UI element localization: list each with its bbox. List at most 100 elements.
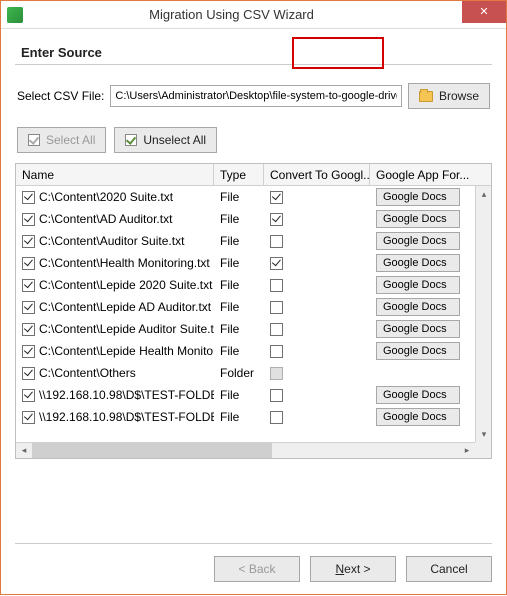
table-header: Name Type Convert To Googl... Google App… xyxy=(16,164,491,186)
row-name-text: C:\Content\Others xyxy=(39,366,136,380)
row-select-checkbox[interactable] xyxy=(22,367,35,380)
scroll-down-icon[interactable]: ▾ xyxy=(476,426,492,442)
row-select-checkbox[interactable] xyxy=(22,235,35,248)
convert-checkbox[interactable] xyxy=(270,345,283,358)
row-select-checkbox[interactable] xyxy=(22,279,35,292)
col-header-type[interactable]: Type xyxy=(214,164,264,185)
table-row[interactable]: \\192.168.10.98\D$\TEST-FOLDE...FileGoog… xyxy=(16,406,491,428)
google-app-button[interactable]: Google Docs xyxy=(376,408,460,426)
google-app-button[interactable]: Google Docs xyxy=(376,254,460,272)
table-row[interactable]: C:\Content\Lepide Auditor Suite.txtFile G… xyxy=(16,318,491,340)
convert-checkbox xyxy=(270,367,283,380)
cell-name: C:\Content\Lepide Auditor Suite.txt xyxy=(16,318,214,340)
google-app-button[interactable]: Google Docs xyxy=(376,232,460,250)
scroll-thumb[interactable] xyxy=(32,443,272,458)
row-select-checkbox[interactable] xyxy=(22,257,35,270)
google-app-button[interactable]: Google Docs xyxy=(376,298,460,316)
unselect-all-button[interactable]: Unselect All xyxy=(114,127,217,153)
scroll-up-icon[interactable]: ▴ xyxy=(476,186,492,202)
google-app-button[interactable]: Google Docs xyxy=(376,210,460,228)
table-row[interactable]: C:\Content\Health Monitoring.txt File Goog… xyxy=(16,252,491,274)
cell-name: C:\Content\Lepide 2020 Suite.txt xyxy=(16,274,214,296)
convert-checkbox[interactable] xyxy=(270,323,283,336)
table-row[interactable]: C:\Content\2020 Suite.txt File Google Docs xyxy=(16,186,491,208)
convert-checkbox[interactable] xyxy=(270,235,283,248)
table-row[interactable]: C:\Content\AD Auditor.txt File Google Docs xyxy=(16,208,491,230)
cell-name: \\192.168.10.98\D$\TEST-FOLDE... xyxy=(16,406,214,428)
table-row[interactable]: C:\Content\Lepide Health Monitorin...Fil… xyxy=(16,340,491,362)
cell-name: C:\Content\Lepide Health Monitorin... xyxy=(16,340,214,362)
cell-name: C:\Content\Health Monitoring.txt xyxy=(16,252,214,274)
selection-toolbar: Select All Unselect All xyxy=(15,127,492,153)
row-select-checkbox[interactable] xyxy=(22,411,35,424)
cell-app: Google Docs xyxy=(370,252,491,274)
cell-app: Google Docs xyxy=(370,318,491,340)
next-button[interactable]: Next > xyxy=(310,556,396,582)
convert-checkbox[interactable] xyxy=(270,279,283,292)
cancel-button[interactable]: Cancel xyxy=(406,556,492,582)
google-app-button[interactable]: Google Docs xyxy=(376,386,460,404)
table-row[interactable]: C:\Content\Lepide AD Auditor.txtFileGoog… xyxy=(16,296,491,318)
next-label: Next > xyxy=(335,562,370,576)
convert-checkbox[interactable] xyxy=(270,389,283,402)
csv-path-input[interactable] xyxy=(110,85,402,107)
cell-type: File xyxy=(214,384,264,406)
files-table: Name Type Convert To Googl... Google App… xyxy=(15,163,492,459)
table-row[interactable]: C:\Content\Lepide 2020 Suite.txtFile Goog… xyxy=(16,274,491,296)
row-select-checkbox[interactable] xyxy=(22,345,35,358)
table-row[interactable]: C:\Content\OthersFolder xyxy=(16,362,491,384)
cell-name: C:\Content\AD Auditor.txt xyxy=(16,208,214,230)
row-name-text: C:\Content\Lepide AD Auditor.txt xyxy=(39,300,211,314)
row-name-text: C:\Content\Health Monitoring.txt xyxy=(39,256,210,270)
wizard-footer: < Back Next > Cancel xyxy=(15,543,492,582)
file-selector-label: Select CSV File: xyxy=(17,89,104,103)
select-all-button[interactable]: Select All xyxy=(17,127,106,153)
back-button[interactable]: < Back xyxy=(214,556,300,582)
table-row[interactable]: \\192.168.10.98\D$\TEST-FOLDE...File Goog… xyxy=(16,384,491,406)
browse-button[interactable]: Browse xyxy=(408,83,490,109)
cell-name: C:\Content\Others xyxy=(16,362,214,384)
table-row[interactable]: C:\Content\Auditor Suite.txtFileGoogle D… xyxy=(16,230,491,252)
row-select-checkbox[interactable] xyxy=(22,323,35,336)
cell-convert xyxy=(264,296,370,318)
cell-type: File xyxy=(214,252,264,274)
convert-checkbox[interactable] xyxy=(270,411,283,424)
cell-name: \\192.168.10.98\D$\TEST-FOLDE... xyxy=(16,384,214,406)
cell-app: Google Docs xyxy=(370,230,491,252)
cell-type: File xyxy=(214,318,264,340)
col-header-convert[interactable]: Convert To Googl... xyxy=(264,164,370,185)
row-name-text: C:\Content\2020 Suite.txt xyxy=(39,190,173,204)
content-area: Enter Source Select CSV File: Browse Sel… xyxy=(1,29,506,596)
google-app-button[interactable]: Google Docs xyxy=(376,188,460,206)
cell-type: File xyxy=(214,208,264,230)
table-body: C:\Content\2020 Suite.txt File Google Docs… xyxy=(16,186,491,442)
row-select-checkbox[interactable] xyxy=(22,301,35,314)
row-name-text: C:\Content\AD Auditor.txt xyxy=(39,212,172,226)
row-name-text: C:\Content\Lepide 2020 Suite.txt xyxy=(39,278,212,292)
convert-checkbox[interactable] xyxy=(270,213,283,226)
cell-convert xyxy=(264,340,370,362)
row-name-text: \\192.168.10.98\D$\TEST-FOLDE... xyxy=(39,388,214,402)
google-app-button[interactable]: Google Docs xyxy=(376,276,460,294)
col-header-app[interactable]: Google App For... xyxy=(370,164,491,185)
close-button[interactable]: ✕ xyxy=(462,1,506,23)
horizontal-scrollbar[interactable]: ◂ ▸ xyxy=(16,442,475,458)
cell-type: File xyxy=(214,274,264,296)
vertical-scrollbar[interactable]: ▴ ▾ xyxy=(475,186,491,442)
page-heading: Enter Source xyxy=(21,45,492,60)
cell-type: File xyxy=(214,186,264,208)
col-header-name[interactable]: Name xyxy=(16,164,214,185)
cell-convert xyxy=(264,406,370,428)
row-select-checkbox[interactable] xyxy=(22,213,35,226)
cell-convert xyxy=(264,318,370,340)
row-select-checkbox[interactable] xyxy=(22,389,35,402)
scroll-left-icon[interactable]: ◂ xyxy=(16,443,32,459)
scroll-right-icon[interactable]: ▸ xyxy=(459,443,475,459)
convert-checkbox[interactable] xyxy=(270,191,283,204)
row-select-checkbox[interactable] xyxy=(22,191,35,204)
google-app-button[interactable]: Google Docs xyxy=(376,342,460,360)
row-name-text: \\192.168.10.98\D$\TEST-FOLDE... xyxy=(39,410,214,424)
convert-checkbox[interactable] xyxy=(270,301,283,314)
convert-checkbox[interactable] xyxy=(270,257,283,270)
google-app-button[interactable]: Google Docs xyxy=(376,320,460,338)
